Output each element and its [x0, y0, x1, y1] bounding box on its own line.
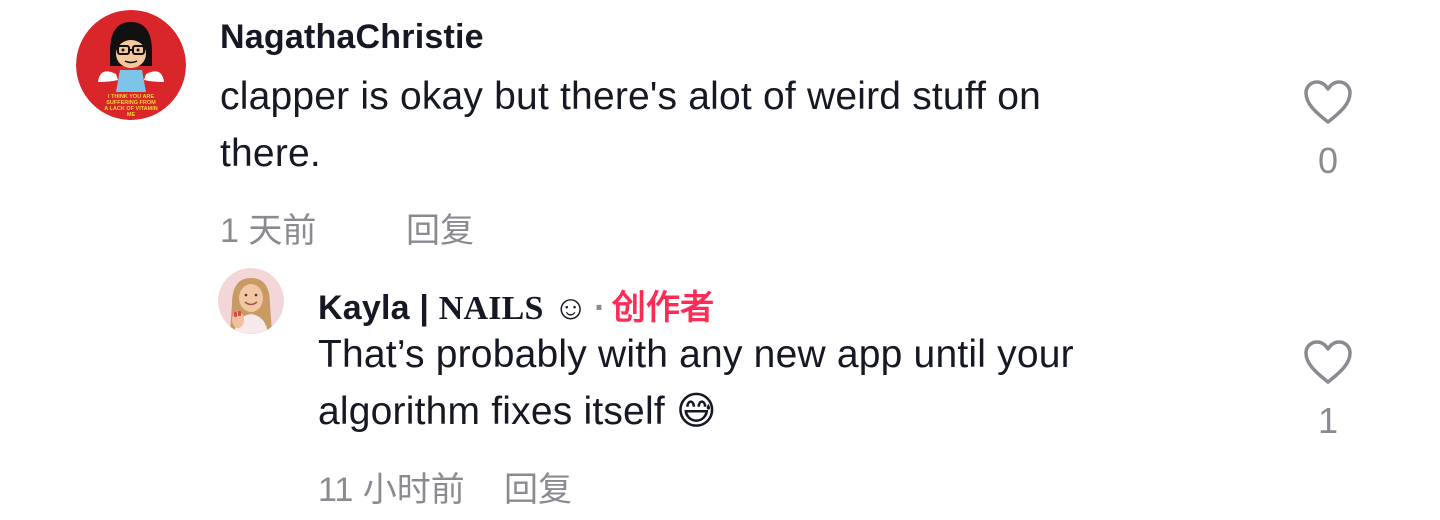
- like-button[interactable]: [1302, 78, 1354, 126]
- like-count: 1: [1317, 400, 1339, 441]
- reply-timestamp: 11 小时前: [318, 471, 465, 509]
- separator-dot: ·: [594, 289, 606, 327]
- reply-button[interactable]: 回复: [406, 203, 474, 252]
- avatar-image: [218, 268, 284, 334]
- heart-outline-icon: [1304, 80, 1352, 124]
- svg-text:ME: ME: [127, 112, 136, 118]
- smiley-icon: ☺: [553, 289, 589, 327]
- username-name: Kayla |: [318, 289, 439, 327]
- reply-username[interactable]: Kayla | NAILS ☺ · 创作者: [318, 280, 714, 329]
- comment-text-line: algorithm fixes itself 😅: [318, 383, 1074, 440]
- reply-text: That’s probably with any new app until y…: [318, 326, 1074, 440]
- like-count: 0: [1317, 140, 1339, 181]
- like-button[interactable]: [1302, 338, 1354, 386]
- comment-username[interactable]: NagathaChristie: [220, 18, 484, 57]
- comment-thread: I THINK YOU ARE SUFFERING FROM A LACK OF…: [0, 0, 1440, 520]
- comment-timestamp: 1 天前: [220, 212, 317, 250]
- avatar[interactable]: I THINK YOU ARE SUFFERING FROM A LACK OF…: [76, 10, 186, 120]
- comment-text-line: clapper is okay but there's alot of weir…: [220, 75, 1042, 118]
- creator-badge: 创作者: [611, 289, 715, 327]
- comment-text: clapper is okay but there's alot of weir…: [220, 68, 1041, 182]
- username-brand: NAILS: [438, 290, 544, 327]
- avatar-image: I THINK YOU ARE SUFFERING FROM A LACK OF…: [76, 10, 186, 120]
- comment-text-line: there.: [220, 132, 321, 175]
- avatar[interactable]: [218, 268, 284, 334]
- comment-text-fragment: algorithm fixes itself: [318, 390, 665, 433]
- sweat-smile-emoji: 😅: [675, 390, 717, 433]
- reply-button[interactable]: 回复: [504, 462, 572, 511]
- comment-text-line: That’s probably with any new app until y…: [318, 333, 1074, 376]
- heart-outline-icon: [1304, 340, 1352, 384]
